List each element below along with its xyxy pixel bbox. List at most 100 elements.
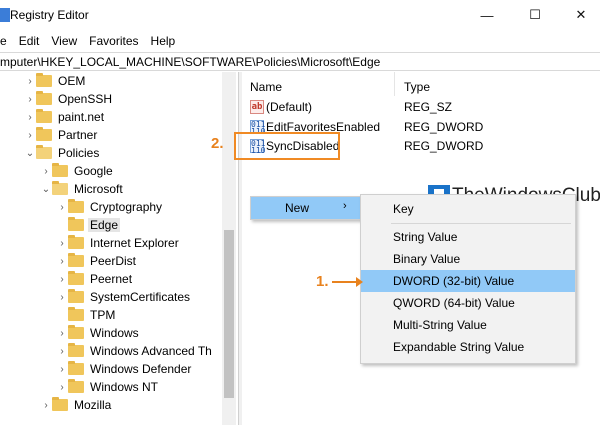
chevron-right-icon[interactable]: › [56,256,68,267]
close-button[interactable]: ✕ [558,0,600,30]
folder-icon [68,343,84,357]
tree-scrollbar-thumb[interactable] [224,230,234,398]
submenu-item-expandable-string-value[interactable]: Expandable String Value [361,336,575,358]
tree-item-label: Policies [58,146,100,160]
tree-item-google[interactable]: › Google [0,162,238,180]
tree-item-label: paint.net [58,110,105,124]
value-name: (Default) [266,100,313,114]
folder-icon [68,217,84,231]
chevron-right-icon[interactable]: › [24,130,36,141]
menu-help[interactable]: Help [145,31,182,51]
submenu-item-dword-value[interactable]: DWORD (32-bit) Value [361,270,575,292]
window-title: Registry Editor [10,8,89,22]
folder-icon [52,397,68,411]
chevron-right-icon[interactable]: › [24,94,36,105]
menu-bar: e Edit View Favorites Help [0,31,181,51]
column-divider[interactable] [394,72,395,96]
chevron-right-icon[interactable]: › [40,400,52,411]
folder-icon [68,253,84,267]
tree-item-internet-explorer[interactable]: › Internet Explorer [0,234,238,252]
tree-item-label: OpenSSH [58,92,113,106]
tree-item-partner[interactable]: › Partner [0,126,238,144]
value-type: REG_DWORD [404,139,484,153]
annotation-step-2: 2. [211,135,224,152]
tree-item-label: Windows Defender [90,362,192,376]
column-header-name[interactable]: Name [250,80,282,94]
tree-item-oem[interactable]: › OEM [0,72,238,90]
tree-item-windows-defender[interactable]: › Windows Defender [0,360,238,378]
folder-icon [36,127,52,141]
tree-item-label: SystemCertificates [90,290,191,304]
menu-view[interactable]: View [45,31,83,51]
tree-scrollbar[interactable] [222,72,236,425]
tree-item-label: Internet Explorer [90,236,179,250]
chevron-right-icon[interactable]: › [56,364,68,375]
submenu-item-key[interactable]: Key [361,198,575,220]
submenu-item-label: DWORD (32-bit) Value [393,274,515,288]
tree-item-tpm[interactable]: TPM [0,306,238,324]
folder-icon [36,73,52,87]
tree-item-mozilla[interactable]: › Mozilla [0,396,238,414]
menu-item-new[interactable]: New › [251,197,361,219]
tree-item-windows-nt[interactable]: › Windows NT [0,378,238,396]
chevron-down-icon[interactable]: ⌄ [24,148,36,159]
chevron-right-icon[interactable]: › [56,346,68,357]
tree-item-windows[interactable]: › Windows [0,324,238,342]
submenu-item-multi-string-value[interactable]: Multi-String Value [361,314,575,336]
submenu-item-string-value[interactable]: String Value [361,226,575,248]
menu-favorites[interactable]: Favorites [83,31,144,51]
tree-item-peerdist[interactable]: › PeerDist [0,252,238,270]
tree-item-policies[interactable]: ⌄ Policies [0,144,238,162]
folder-icon [68,271,84,285]
column-header-type[interactable]: Type [404,80,430,94]
folder-icon [68,289,84,303]
registry-editor-icon [0,8,10,22]
submenu-item-label: String Value [393,230,458,244]
tree-item-label: Cryptography [90,200,163,214]
menu-file[interactable]: e [0,31,13,51]
tree-item-openssh[interactable]: › OpenSSH [0,90,238,108]
chevron-right-icon[interactable]: › [56,202,68,213]
value-row-default[interactable]: ab (Default) REG_SZ [250,98,590,116]
submenu-arrow-icon: › [343,200,347,212]
submenu-item-label: Multi-String Value [393,318,487,332]
value-type: REG_SZ [404,100,453,114]
chevron-down-icon[interactable]: ⌄ [40,184,52,195]
tree-item-windows-advanced-threat[interactable]: › Windows Advanced Th [0,342,238,360]
folder-icon [68,199,84,213]
tree-item-microsoft[interactable]: ⌄ Microsoft [0,180,238,198]
menu-edit[interactable]: Edit [13,31,46,51]
submenu-item-binary-value[interactable]: Binary Value [361,248,575,270]
annotation-arrow [332,281,358,283]
folder-open-icon [36,145,52,159]
chevron-right-icon[interactable]: › [56,274,68,285]
annotation-step-1: 1. [316,273,329,290]
tree-item-label: Google [74,164,113,178]
submenu-item-label: Binary Value [393,252,461,266]
tree-item-edge[interactable]: Edge [0,216,238,234]
tree-item-label: Windows [90,326,139,340]
tree-item-label: OEM [58,74,86,88]
tree-item-label: Peernet [90,272,133,286]
chevron-right-icon[interactable]: › [40,166,52,177]
tree-item-peernet[interactable]: › Peernet [0,270,238,288]
tree-item-cryptography[interactable]: › Cryptography [0,198,238,216]
submenu-item-qword-value[interactable]: QWORD (64-bit) Value [361,292,575,314]
tree-item-label: TPM [90,308,116,322]
address-bar[interactable]: mputer\HKEY_LOCAL_MACHINE\SOFTWARE\Polic… [0,52,600,71]
string-value-icon: ab [250,100,264,114]
chevron-right-icon[interactable]: › [56,382,68,393]
folder-icon [68,307,84,321]
context-menu: New › [250,196,362,220]
maximize-button[interactable]: ☐ [512,0,558,30]
chevron-right-icon[interactable]: › [24,112,36,123]
tree-item-label: Windows NT [90,380,159,394]
tree-item-label: PeerDist [90,254,137,268]
chevron-right-icon[interactable]: › [56,292,68,303]
tree-item-systemcertificates[interactable]: › SystemCertificates [0,288,238,306]
tree-item-paint-net[interactable]: › paint.net [0,108,238,126]
chevron-right-icon[interactable]: › [56,238,68,249]
minimize-button[interactable]: — [464,0,510,30]
chevron-right-icon[interactable]: › [56,328,68,339]
chevron-right-icon[interactable]: › [24,76,36,87]
